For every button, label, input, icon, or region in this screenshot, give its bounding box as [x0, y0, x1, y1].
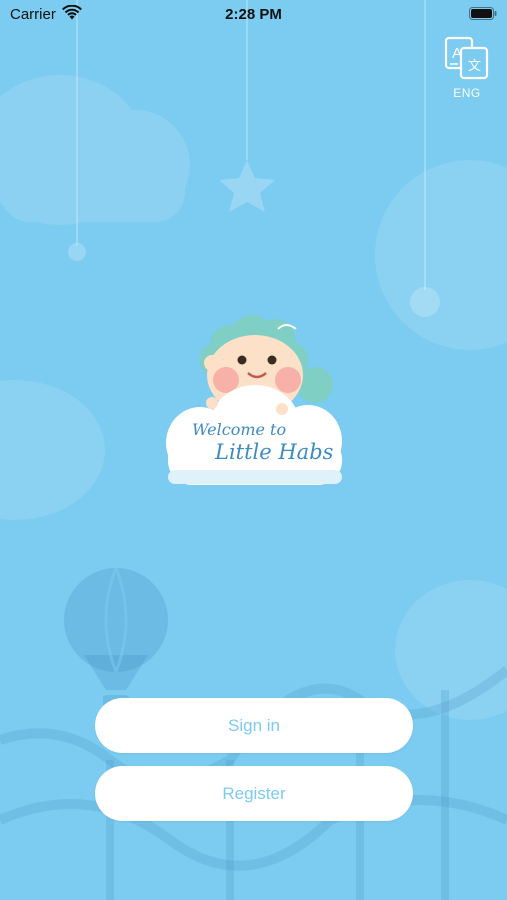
battery-icon — [469, 7, 497, 20]
language-button[interactable]: A 文 ENG — [442, 36, 492, 104]
translate-icon: A 文 — [444, 36, 489, 80]
status-bar: Carrier 2:28 PM — [0, 0, 507, 28]
language-label: ENG — [453, 86, 481, 100]
status-time: 2:28 PM — [225, 6, 282, 23]
sign-in-button[interactable]: Sign in — [95, 698, 413, 753]
app-logo: Welcome to Little Habs — [166, 315, 342, 485]
logo-text-brand: Little Habs — [214, 440, 334, 464]
logo-text-welcome: Welcome to — [192, 420, 286, 439]
svg-text:A: A — [452, 45, 462, 62]
register-button[interactable]: Register — [95, 766, 413, 821]
svg-text:文: 文 — [468, 59, 481, 74]
